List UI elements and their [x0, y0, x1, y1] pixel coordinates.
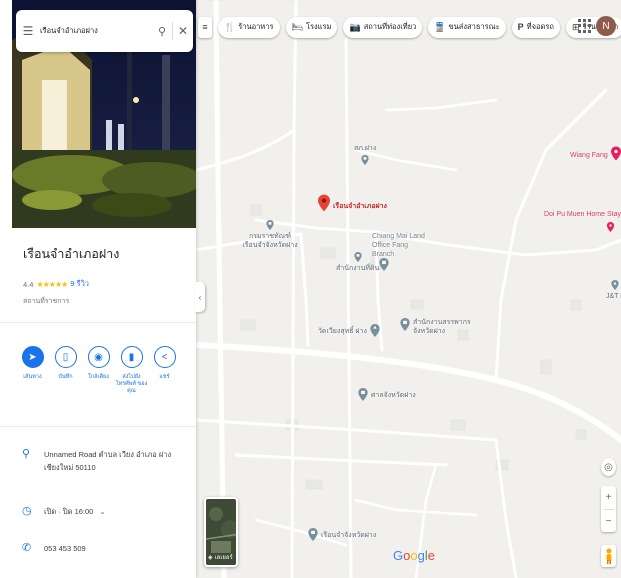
- phone-row[interactable]: ✆ 053 453 509: [22, 542, 174, 555]
- poi-revenue-office[interactable]: สำนักงานสรรพากร จังหวัดฝาง: [400, 318, 471, 336]
- chevron-left-icon: ‹: [198, 292, 202, 302]
- government-pin-icon: [266, 220, 274, 230]
- poi-jt-express[interactable]: J&T E: [606, 280, 621, 301]
- my-location-icon: ◎: [604, 461, 613, 473]
- phone-call-icon: ✆: [22, 542, 32, 554]
- phone-text: 053 453 509: [44, 544, 86, 553]
- divider: [0, 322, 196, 323]
- map-roads: [196, 0, 621, 578]
- hours-row[interactable]: ◷ เปิด · ปิด 16:00 ⌄: [22, 505, 174, 518]
- red-pin-icon: [318, 194, 330, 212]
- map-canvas[interactable]: เรือนจำอำเภอฝาง สภ.ฝาง กรมราชทัณฑ์ เรือน…: [196, 0, 621, 578]
- reviews-link[interactable]: 9 รีวิว: [70, 278, 89, 290]
- chip-transit[interactable]: 🚆 ขนส่งสาธารณะ: [428, 16, 506, 38]
- close-icon[interactable]: ✕: [173, 24, 193, 38]
- transit-icon: 🚆: [434, 21, 446, 32]
- pink-pin-icon: [610, 146, 621, 161]
- clock-icon: ◷: [22, 505, 32, 517]
- parking-icon: P: [517, 22, 524, 32]
- selected-place-pin[interactable]: เรือนจำอำเภอฝาง: [318, 194, 387, 212]
- chevron-down-icon[interactable]: ⌄: [99, 507, 105, 516]
- menu-icon[interactable]: ☰: [16, 24, 40, 38]
- zoom-divider: [603, 508, 614, 510]
- poi-corrections-dept[interactable]: กรมราชทัณฑ์ เรือนจำจังหวัดฝาง: [242, 220, 298, 250]
- nearby-icon: ◉: [87, 346, 110, 368]
- search-input[interactable]: เรือนจำอำเภอฝาง: [40, 25, 152, 37]
- google-logo: Google: [393, 548, 435, 563]
- poi-land-office-fang[interactable]: Chiang Mai Land Office Fang Branch: [372, 232, 432, 259]
- government-pin-icon: [379, 258, 389, 271]
- place-category[interactable]: สถานที่ราชการ: [23, 296, 69, 307]
- directions-icon: ➤: [21, 346, 44, 368]
- pink-pin-icon: [606, 222, 615, 232]
- google-apps-icon[interactable]: [578, 19, 592, 33]
- poi-temple[interactable]: วัดเวียงสุทธิ์ ฝาง: [318, 324, 380, 337]
- rating-row: 4.4 ★★★★★ 9 รีวิว: [23, 278, 89, 290]
- address-text: Unnamed Road ตำบล เวียง อำเภอ ฝาง เชียงใ…: [44, 450, 172, 472]
- chip-attractions[interactable]: 📷 สถานที่ท่องเที่ยว: [343, 16, 423, 38]
- layers-label: ◈ เลเยอร์: [208, 554, 233, 562]
- selected-place-label: เรือนจำอำเภอฝาง: [333, 203, 387, 210]
- search-box[interactable]: ☰ เรือนจำอำเภอฝาง ⚲ ✕: [16, 10, 193, 52]
- hotel-icon: 🛏: [291, 21, 303, 32]
- rating-value: 4.4: [23, 279, 34, 289]
- share-icon: <: [153, 346, 176, 368]
- category-chip-bar: ≡ 🍴 ร้านอาหาร 🛏 โรงแรม 📷 สถานที่ท่องเที่…: [198, 16, 621, 38]
- chip-hotels[interactable]: 🛏 โรงแรม: [285, 16, 338, 38]
- pegman-icon: [606, 548, 611, 564]
- bookmark-icon: ▯: [54, 346, 77, 368]
- temple-pin-icon: [370, 324, 380, 337]
- poi-provincial-prison[interactable]: เรือนจำจังหวัดฝาง: [308, 528, 376, 541]
- hours-text: เปิด · ปิด 16:00 ⌄: [44, 507, 106, 516]
- account-avatar[interactable]: N: [596, 16, 616, 36]
- street-view-pegman[interactable]: [601, 545, 616, 567]
- location-pin-icon: ⚲: [22, 448, 31, 460]
- poi-land-office[interactable]: สำนักงานที่ดิน: [336, 252, 379, 273]
- zoom-out-button[interactable]: −: [606, 516, 612, 527]
- chip-parking[interactable]: P ที่จอดรถ: [511, 16, 560, 38]
- collapse-panel-button[interactable]: ≡: [198, 16, 212, 38]
- poi-doi-pu-muen[interactable]: Doi Pu Muen Home Stay: [544, 210, 621, 232]
- save-button[interactable]: ▯ บันทึก: [53, 346, 78, 395]
- directions-button[interactable]: ➤ เส้นทาง: [20, 346, 45, 395]
- action-buttons: ➤ เส้นทาง ▯ บันทึก ◉ ใกล้เคียง ▮ ส่งไปยั…: [20, 346, 177, 395]
- star-rating-icon: ★★★★★: [36, 279, 68, 289]
- government-pin-icon: [361, 155, 369, 165]
- government-pin-icon: [358, 388, 368, 401]
- business-pin-icon: [611, 280, 620, 290]
- government-pin-icon: [308, 528, 318, 541]
- zoom-controls: + −: [601, 486, 616, 532]
- government-pin-icon: [354, 252, 362, 262]
- chip-restaurants[interactable]: 🍴 ร้านอาหาร: [218, 16, 280, 38]
- nearby-button[interactable]: ◉ ใกล้เคียง: [86, 346, 111, 395]
- restaurant-icon: 🍴: [224, 21, 236, 32]
- place-title: เรือนจำอำเภอฝาง: [23, 247, 120, 261]
- maps-app: เรือนจำอำเภอฝาง สภ.ฝาง กรมราชทัณฑ์ เรือน…: [0, 0, 621, 578]
- collapse-side-panel-button[interactable]: ‹: [195, 282, 205, 312]
- place-details-panel: ☰ เรือนจำอำเภอฝาง ⚲ ✕ เรือนจำอำเภอฝาง 4.…: [0, 0, 196, 578]
- share-button[interactable]: < แชร์: [152, 346, 177, 395]
- government-pin-icon: [400, 318, 410, 331]
- zoom-in-button[interactable]: +: [606, 492, 612, 503]
- divider: [0, 426, 196, 427]
- search-icon[interactable]: ⚲: [152, 25, 172, 38]
- poi-police-station[interactable]: สภ.ฝาง: [354, 144, 376, 165]
- layers-button[interactable]: ◈ เลเยอร์: [204, 497, 238, 567]
- address-row[interactable]: ⚲ Unnamed Road ตำบล เวียง อำเภอ ฝาง เชีย…: [22, 448, 174, 474]
- send-to-phone-button[interactable]: ▮ ส่งไปยังโทรศัพท์ ของคุณ: [116, 346, 147, 395]
- hamburger-icon: ≡: [202, 22, 208, 32]
- poi-provincial-court[interactable]: ศาลจังหวัดฝาง: [358, 388, 416, 401]
- phone-icon: ▮: [120, 346, 143, 368]
- layers-icon: ◈: [208, 554, 213, 561]
- poi-wiang-fang[interactable]: Wiang Fang: [570, 146, 621, 161]
- attraction-icon: 📷: [349, 21, 361, 32]
- my-location-button[interactable]: ◎: [601, 458, 616, 476]
